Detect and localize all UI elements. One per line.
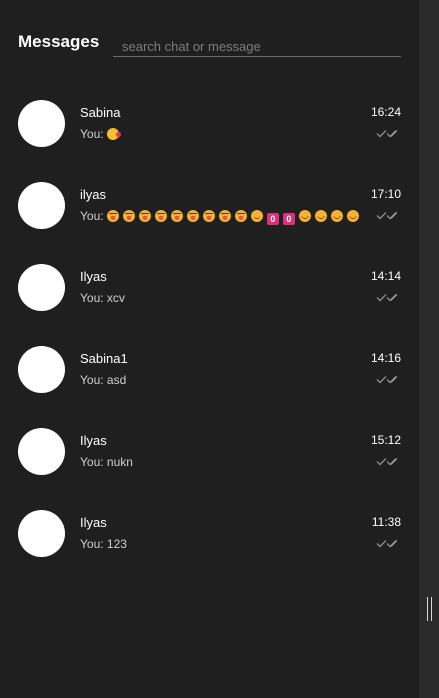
keycap-zero-icon: 0 xyxy=(282,213,295,225)
chat-list: Sabina 16:24 You: ilyas 17:10 You: 0 0 Ilyas 14… xyxy=(0,100,419,592)
chat-preview: You: asd xyxy=(80,373,360,389)
chat-name: Sabina1 xyxy=(80,351,128,366)
tongue-face-emoji-icon xyxy=(122,210,135,222)
avatar xyxy=(18,100,65,147)
preview-prefix: You: xyxy=(80,127,107,141)
tongue-face-emoji-icon xyxy=(202,210,215,222)
double-check-icon xyxy=(376,540,398,548)
chat-preview: You: nukn xyxy=(80,455,360,471)
chat-item[interactable]: Sabina 16:24 You: xyxy=(0,100,419,182)
tongue-face-emoji-icon xyxy=(138,210,151,222)
double-check-icon xyxy=(376,458,398,466)
tongue-face-emoji-icon xyxy=(186,210,199,222)
chat-item[interactable]: ilyas 17:10 You: 00 xyxy=(0,182,419,264)
chat-time: 16:24 xyxy=(370,105,401,119)
preview-prefix: You: xyxy=(80,455,107,469)
avatar xyxy=(18,182,65,229)
avatar xyxy=(18,510,65,557)
tongue-face-emoji-icon xyxy=(170,210,183,222)
preview-text: nukn xyxy=(106,455,133,469)
chat-preview: You: 123 xyxy=(80,537,360,553)
chat-preview: You: 00 xyxy=(80,209,360,225)
chat-item[interactable]: Ilyas 11:38 You: 123 xyxy=(0,510,419,592)
chat-name: Ilyas xyxy=(80,269,107,284)
chat-time: 17:10 xyxy=(370,187,401,201)
chat-name: ilyas xyxy=(80,187,107,202)
double-check-icon xyxy=(376,376,398,384)
chat-time: 14:16 xyxy=(370,351,401,365)
preview-text: asd xyxy=(106,373,127,387)
avatar xyxy=(18,264,65,311)
header: Messages xyxy=(18,30,401,60)
blush-emoji-icon xyxy=(314,210,327,222)
tongue-face-emoji-icon xyxy=(154,210,167,222)
chat-time: 15:12 xyxy=(370,433,401,447)
preview-prefix: You: xyxy=(80,291,107,305)
chat-name: Sabina xyxy=(80,105,121,120)
kissing-face-emoji-icon xyxy=(250,210,263,222)
search-box[interactable] xyxy=(113,32,401,57)
tongue-face-emoji-icon xyxy=(234,210,247,222)
page-title: Messages xyxy=(18,32,100,51)
avatar xyxy=(18,428,65,475)
resize-handle[interactable] xyxy=(427,597,432,621)
chat-time: 14:14 xyxy=(370,269,401,283)
blush-emoji-icon xyxy=(330,210,343,222)
double-check-icon xyxy=(376,294,398,302)
chat-item[interactable]: Ilyas 14:14 You: xcv xyxy=(0,264,419,346)
tongue-face-emoji-icon xyxy=(218,210,231,222)
double-check-icon xyxy=(376,130,398,138)
avatar xyxy=(18,346,65,393)
double-check-icon xyxy=(376,212,398,220)
preview-text: xcv xyxy=(106,291,125,305)
search-input[interactable] xyxy=(113,32,401,56)
blush-emoji-icon xyxy=(298,210,311,222)
right-panel-edge xyxy=(419,0,439,698)
chat-name: Ilyas xyxy=(80,433,107,448)
preview-prefix: You: xyxy=(80,373,107,387)
preview-prefix: You: xyxy=(80,537,107,551)
tongue-face-emoji-icon xyxy=(106,210,119,222)
chat-preview: You: xyxy=(80,127,360,143)
kissing-heart-emoji-icon xyxy=(106,128,119,140)
chat-panel: Messages Sabina 16:24 You: ilyas 17:10 You: … xyxy=(0,0,419,698)
chat-preview: You: xcv xyxy=(80,291,360,307)
blush-emoji-icon xyxy=(346,210,359,222)
keycap-zero-icon: 0 xyxy=(266,213,279,225)
preview-text: 123 xyxy=(106,537,127,551)
chat-name: Ilyas xyxy=(80,515,107,530)
chat-item[interactable]: Ilyas 15:12 You: nukn xyxy=(0,428,419,510)
preview-prefix: You: xyxy=(80,209,107,223)
chat-time: 11:38 xyxy=(371,515,401,529)
chat-item[interactable]: Sabina1 14:16 You: asd xyxy=(0,346,419,428)
